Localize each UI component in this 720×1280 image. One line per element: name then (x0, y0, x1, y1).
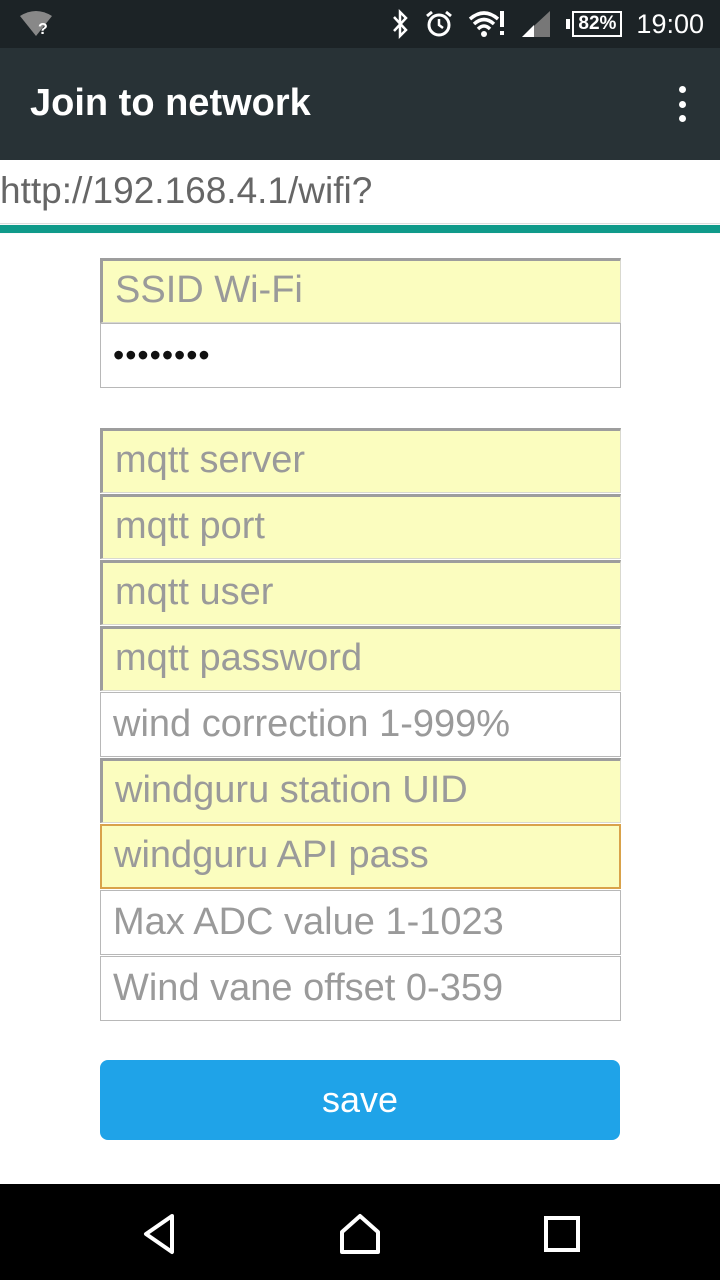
navigation-bar (0, 1184, 720, 1280)
mqtt-password-input[interactable]: mqtt password (100, 626, 621, 691)
mqtt-port-input[interactable]: mqtt port (100, 494, 621, 559)
alarm-icon (426, 10, 453, 37)
overflow-menu-icon[interactable] (674, 86, 690, 122)
wifi-unknown-icon: ? (20, 11, 52, 38)
bluetooth-icon (393, 9, 409, 39)
app-bar: Join to network (0, 48, 720, 160)
battery-level: 82% (572, 11, 623, 37)
save-button[interactable]: save (100, 1060, 620, 1140)
back-icon[interactable] (138, 1212, 182, 1256)
signal-icon (522, 11, 551, 37)
wifi-password-input[interactable]: •••••••• (100, 323, 621, 388)
wifi-config-form: SSID Wi-Fi •••••••• mqtt server mqtt por… (0, 234, 720, 1184)
vane-offset-input[interactable]: Wind vane offset 0-359 (100, 956, 621, 1021)
battery-indicator: 82% (566, 11, 623, 37)
wind-correction-input[interactable]: wind correction 1-999% (100, 692, 621, 757)
windguru-pass-input[interactable]: windguru API pass (100, 824, 621, 889)
page-load-progress (0, 225, 720, 233)
mqtt-user-input[interactable]: mqtt user (100, 560, 621, 625)
max-adc-input[interactable]: Max ADC value 1-1023 (100, 890, 621, 955)
svg-text:?: ? (38, 21, 48, 38)
home-icon[interactable] (338, 1212, 382, 1256)
recents-icon[interactable] (540, 1212, 584, 1256)
url-text: http://192.168.4.1/wifi? (0, 170, 373, 211)
progress-fill (0, 225, 720, 233)
wifi-alert-icon (469, 11, 505, 37)
ssid-input[interactable]: SSID Wi-Fi (100, 258, 621, 323)
clock: 19:00 (636, 8, 704, 39)
windguru-uid-input[interactable]: windguru station UID (100, 758, 621, 823)
address-bar[interactable]: http://192.168.4.1/wifi? (0, 160, 720, 224)
mqtt-server-input[interactable]: mqtt server (100, 428, 621, 493)
page-title: Join to network (30, 82, 311, 124)
status-bar: ? 82% 19:00 (0, 0, 720, 48)
